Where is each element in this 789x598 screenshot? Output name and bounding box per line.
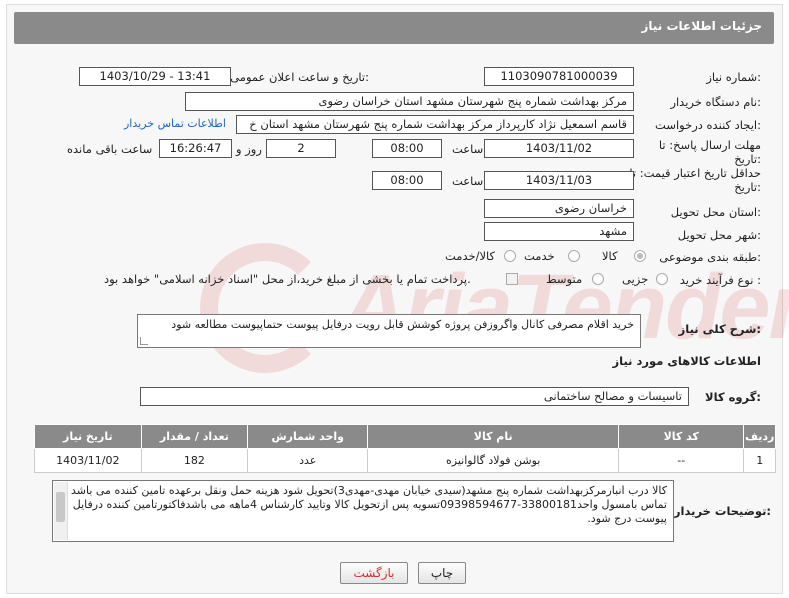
delivery-city-label: شهر محل تحویل: bbox=[677, 228, 761, 242]
resize-handle-icon[interactable] bbox=[140, 337, 148, 345]
cell-qty: 182 bbox=[140, 448, 249, 473]
deadline-days: 2 bbox=[266, 139, 336, 158]
need-number-value: 1103090781000039 bbox=[484, 67, 634, 86]
col-row: ردیف bbox=[743, 424, 776, 449]
purchase-option-minor: جزیی bbox=[622, 272, 649, 286]
col-code: کد کالا bbox=[618, 424, 745, 449]
need-number-label: شماره نیاز: bbox=[706, 70, 761, 84]
goods-group-value: تاسیسات و مصالح ساختمانی bbox=[140, 387, 689, 406]
cell-row: 1 bbox=[743, 448, 776, 473]
buyer-notes-label: توضیحات خریدار: bbox=[673, 504, 771, 518]
buyer-contact-link[interactable]: اطلاعات تماس خریدار bbox=[124, 117, 226, 130]
purchase-radio-minor[interactable] bbox=[656, 273, 668, 285]
delivery-province-label: استان محل تحویل: bbox=[670, 205, 761, 219]
buyer-notes-textarea[interactable]: کالا درب انبارمرکزبهداشت شماره پنج مشهد(… bbox=[52, 480, 674, 542]
validity-date: 1403/11/03 bbox=[484, 171, 634, 190]
scrollbar-thumb[interactable] bbox=[56, 492, 65, 522]
announce-label: تاریخ و ساعت اعلان عمومی: bbox=[230, 70, 369, 84]
requester-label: ایجاد کننده درخواست: bbox=[655, 118, 761, 132]
deadline-days-label: روز و bbox=[236, 142, 262, 156]
delivery-city-value: مشهد bbox=[484, 222, 634, 241]
buyer-org-label: نام دستگاه خریدار: bbox=[670, 95, 761, 109]
col-qty: تعداد / مقدار bbox=[140, 424, 249, 449]
category-option-goods: کالا bbox=[602, 249, 618, 263]
cell-code: -- bbox=[618, 448, 745, 473]
purchase-radio-medium[interactable] bbox=[592, 273, 604, 285]
validity-label: حداقل تاریخ اعتبار قیمت: تا bbox=[629, 166, 761, 180]
deadline-time: 08:00 bbox=[372, 139, 442, 158]
deadline-remaining-label: ساعت باقی مانده bbox=[67, 142, 153, 156]
summary-textarea[interactable]: خرید اقلام مصرفی کانال واگروزفن پروژه کو… bbox=[137, 314, 641, 348]
deadline-label: مهلت ارسال پاسخ: تا bbox=[658, 138, 761, 152]
cell-date: 1403/11/02 bbox=[34, 448, 142, 473]
treasury-payment-note: پرداخت تمام یا بخشی از مبلغ خرید،از محل … bbox=[104, 272, 471, 286]
requester-value: قاسم اسمعیل نژاد کارپرداز مرکز بهداشت شم… bbox=[236, 115, 634, 134]
buyer-org-value: مرکز بهداشت شماره پنج شهرستان مشهد استان… bbox=[185, 92, 634, 111]
goods-group-label: گروه کالا: bbox=[705, 390, 761, 404]
deadline-label-date: تاریخ: bbox=[734, 152, 761, 166]
deadline-time-label: ساعت bbox=[452, 142, 484, 156]
deadline-remaining: 16:26:47 bbox=[159, 139, 232, 158]
validity-time: 08:00 bbox=[372, 171, 442, 190]
goods-table: ردیف کد کالا نام کالا واحد شمارش تعداد /… bbox=[34, 424, 776, 473]
back-button[interactable]: بازگشت bbox=[340, 562, 408, 584]
category-radio-goods-service[interactable] bbox=[504, 250, 516, 262]
category-label: طبقه بندی موضوعی: bbox=[659, 250, 761, 264]
page-title: جزئیات اطلاعات نیاز bbox=[641, 19, 762, 33]
deadline-date: 1403/11/02 bbox=[484, 139, 634, 158]
scrollbar[interactable] bbox=[54, 482, 68, 540]
treasury-payment-checkbox[interactable] bbox=[506, 273, 518, 285]
table-header-row: ردیف کد کالا نام کالا واحد شمارش تعداد /… bbox=[34, 424, 776, 449]
buyer-notes-text: کالا درب انبارمرکزبهداشت شماره پنج مشهد(… bbox=[70, 484, 667, 525]
col-date: تاریخ نیاز bbox=[34, 424, 142, 449]
validity-label-date: تاریخ: bbox=[734, 180, 761, 194]
category-radio-goods[interactable] bbox=[634, 250, 646, 262]
page-header: جزئیات اطلاعات نیاز bbox=[14, 12, 774, 44]
summary-text: خرید اقلام مصرفی کانال واگروزفن پروژه کو… bbox=[171, 318, 634, 331]
cell-name: بوشن فولاد گالوانیزه bbox=[367, 448, 620, 473]
delivery-province-value: خراسان رضوی bbox=[484, 199, 634, 218]
col-unit: واحد شمارش bbox=[247, 424, 369, 449]
purchase-option-medium: متوسط bbox=[546, 272, 583, 286]
category-option-service: خدمت bbox=[524, 249, 555, 263]
announce-value: 1403/10/29 - 13:41 bbox=[79, 67, 231, 86]
print-button[interactable]: چاپ bbox=[418, 562, 466, 584]
goods-section-title: اطلاعات کالاهای مورد نیاز bbox=[612, 354, 761, 368]
summary-label: شرح کلی نیاز: bbox=[678, 322, 761, 336]
col-name: نام کالا bbox=[367, 424, 620, 449]
table-row: 1 -- بوشن فولاد گالوانیزه عدد 182 1403/1… bbox=[34, 448, 776, 473]
cell-unit: عدد bbox=[247, 448, 369, 473]
purchase-type-label: نوع فرآیند خرید : bbox=[679, 273, 761, 287]
validity-time-label: ساعت bbox=[452, 174, 484, 188]
category-radio-service[interactable] bbox=[568, 250, 580, 262]
category-option-goods-service: کالا/خدمت bbox=[445, 249, 496, 263]
